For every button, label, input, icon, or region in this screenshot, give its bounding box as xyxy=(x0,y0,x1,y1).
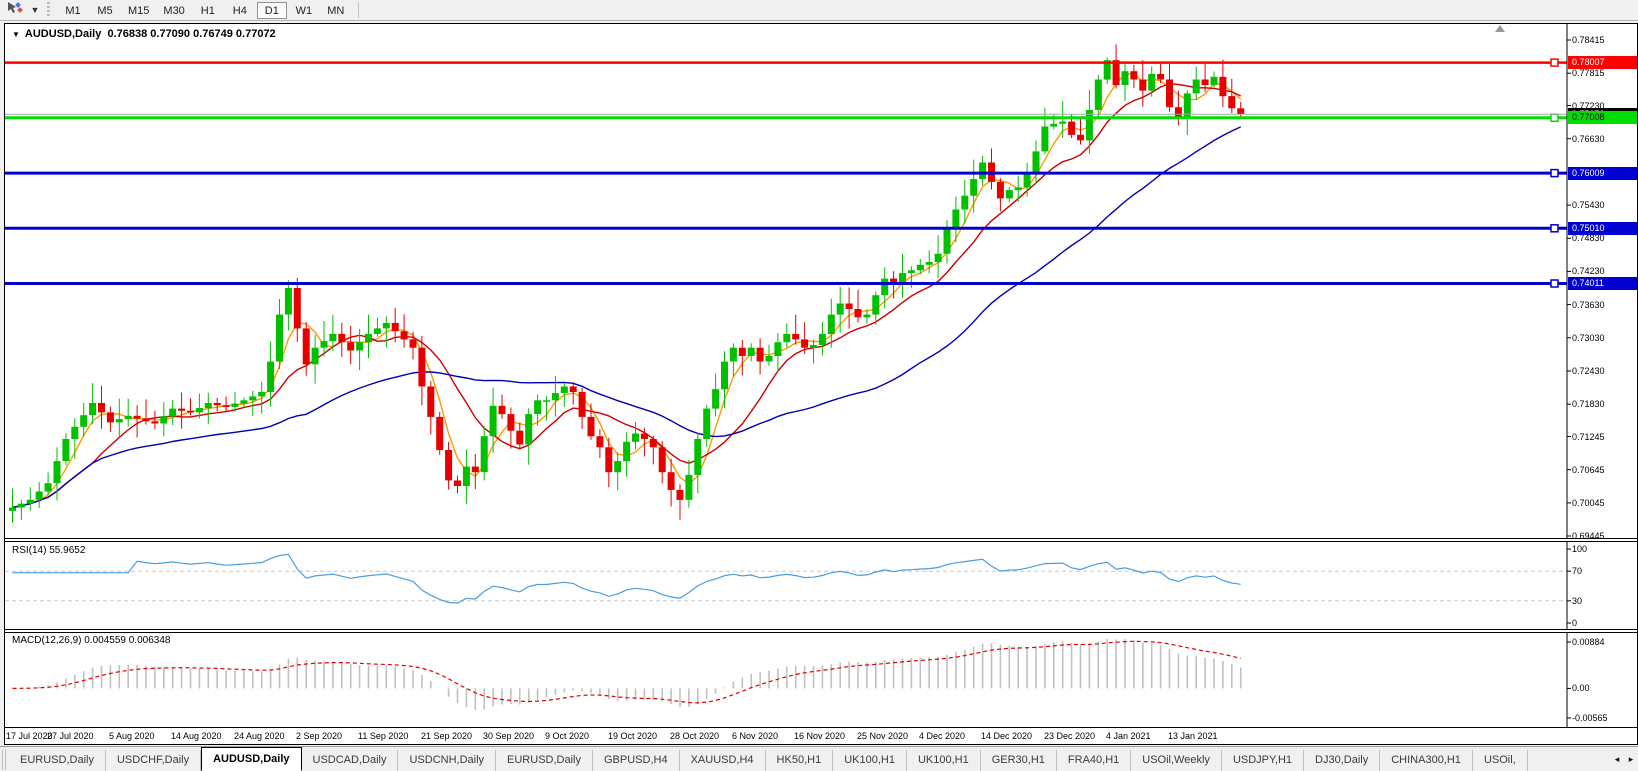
chart-tab-audusd-daily[interactable]: AUDUSD,Daily xyxy=(201,747,302,771)
chart-tab-gbpusd-h4[interactable]: GBPUSD,H4 xyxy=(593,750,680,771)
rsi-axis-label: 0 xyxy=(1572,618,1578,628)
price-tick-label: 0.74230 xyxy=(1572,266,1605,276)
macd-plot xyxy=(12,639,1242,711)
chart-title-overlay: ▼ AUDUSD,Daily 0.76838 0.77090 0.76749 0.… xyxy=(12,28,276,40)
cursor-tool-button[interactable] xyxy=(2,1,28,19)
chart-tab-xauusd-h4[interactable]: XAUUSD,H4 xyxy=(680,750,766,771)
chart-symbol-title: AUDUSD,Daily xyxy=(24,28,102,40)
date-tick-label: 5 Aug 2020 xyxy=(109,731,155,741)
date-tick-label: 25 Nov 2020 xyxy=(857,731,909,741)
hline-price-label: 0.77008 xyxy=(1568,111,1637,124)
tab-bar-grip[interactable] xyxy=(2,750,6,770)
chart-cursor-icon xyxy=(6,1,24,20)
chart-tab-hk50-h1[interactable]: HK50,H1 xyxy=(766,750,834,771)
date-tick-label: 6 Nov 2020 xyxy=(732,731,779,741)
timeframe-button-m30[interactable]: M30 xyxy=(157,2,190,19)
chart-tab-dj30-daily[interactable]: DJ30,Daily xyxy=(1304,750,1381,771)
date-tick-label: 21 Sep 2020 xyxy=(421,731,473,741)
chart-tab-usdcnh-daily[interactable]: USDCNH,Daily xyxy=(398,750,497,771)
time-axis[interactable]: 17 Jul 2020 27 Jul 2020 5 Aug 2020 14 Aug 2… xyxy=(5,727,1637,744)
date-tick-label: 24 Aug 2020 xyxy=(234,731,285,741)
chart-shift-marker-icon[interactable] xyxy=(1495,25,1505,32)
macd-indicator-label: MACD(12,26,9) 0.004559 0.006348 xyxy=(12,635,171,646)
tabs-scroll-left-icon[interactable]: ◂ xyxy=(1610,754,1624,765)
date-tick-label: 14 Dec 2020 xyxy=(981,731,1033,741)
toolbar-drag-handle[interactable] xyxy=(46,2,51,18)
timeframe-button-m1[interactable]: M1 xyxy=(58,2,88,19)
pane-separator-rsi-macd[interactable] xyxy=(5,629,1637,633)
price-tick-label: 0.77815 xyxy=(1572,68,1605,78)
chart-tab-uk100-h1[interactable]: UK100,H1 xyxy=(907,750,981,771)
hline-price-label: 0.74011 xyxy=(1568,277,1637,290)
timeframe-button-m15[interactable]: M15 xyxy=(122,2,155,19)
chart-tab-fra40-h1[interactable]: FRA40,H1 xyxy=(1057,750,1132,771)
chart-tab-uk100-h1[interactable]: UK100,H1 xyxy=(833,750,907,771)
chart-ohlc-readout: 0.76838 0.77090 0.76749 0.77072 xyxy=(107,28,276,40)
price-tick-label: 0.75430 xyxy=(1572,200,1605,210)
horizontal-lines[interactable] xyxy=(5,58,1567,288)
chart-tab-bar: EURUSD,Daily USDCHF,Daily AUDUSD,Daily USDC… xyxy=(0,746,1638,771)
chart-tab-usdchf-daily[interactable]: USDCHF,Daily xyxy=(106,750,202,771)
price-tick-label: 0.78415 xyxy=(1572,35,1605,45)
tabs-scroll-right-icon[interactable]: ▸ xyxy=(1624,754,1638,765)
price-tick-label: 0.73630 xyxy=(1572,300,1605,310)
timeframe-button-w1[interactable]: W1 xyxy=(289,2,319,19)
rsi-axis-label: 30 xyxy=(1572,596,1583,606)
date-tick-label: 13 Jan 2021 xyxy=(1168,731,1218,741)
date-tick-label: 4 Dec 2020 xyxy=(919,731,966,741)
date-tick-label: 28 Oct 2020 xyxy=(670,731,720,741)
timeframe-button-h4[interactable]: H4 xyxy=(225,2,255,19)
chart-window[interactable]: ▼ AUDUSD,Daily 0.76838 0.77090 0.76749 0.… xyxy=(4,23,1638,745)
date-tick-label: 11 Sep 2020 xyxy=(358,731,409,741)
chart-tab-ger30-h1[interactable]: GER30,H1 xyxy=(981,750,1057,771)
hline-price-label: 0.75010 xyxy=(1568,222,1637,235)
rsi-plot xyxy=(5,553,1567,604)
date-tick-label: 17 Jul 2020 xyxy=(6,731,53,741)
date-tick-label: 23 Dec 2020 xyxy=(1044,731,1096,741)
date-tick-label: 19 Oct 2020 xyxy=(608,731,658,741)
date-tick-label: 27 Jul 2020 xyxy=(47,731,94,741)
toolbar-separator xyxy=(357,2,359,18)
date-tick-label: 14 Aug 2020 xyxy=(171,731,222,741)
price-tick-label: 0.72430 xyxy=(1572,366,1605,376)
timeframe-button-m5[interactable]: M5 xyxy=(90,2,120,19)
hline-price-label: 0.76009 xyxy=(1568,167,1637,180)
chart-tab-china300-h1[interactable]: CHINA300,H1 xyxy=(1380,750,1473,771)
rsi-indicator-label: RSI(14) 55.9652 xyxy=(12,545,86,556)
date-tick-label: 2 Sep 2020 xyxy=(296,731,343,741)
hline-price-label: 0.78007 xyxy=(1568,56,1637,69)
macd-axis-label: -0.00565 xyxy=(1572,713,1608,723)
price-tick-label: 0.71245 xyxy=(1572,432,1605,442)
chart-tab-usoil-weekly[interactable]: USOil,Weekly xyxy=(1131,750,1222,771)
mt4-application: ▼ M1 M5 M15 M30 H1 H4 D1 W1 MN ▼ AUDUSD,Daily 0.7… xyxy=(0,0,1638,771)
cursor-tool-dropdown[interactable]: ▼ xyxy=(28,1,42,19)
price-tick-label: 0.76630 xyxy=(1572,134,1605,144)
timeframe-button-h1[interactable]: H1 xyxy=(193,2,223,19)
timeframe-button-d1[interactable]: D1 xyxy=(256,1,287,19)
symbol-dropdown-icon[interactable]: ▼ xyxy=(12,30,20,39)
date-tick-label: 9 Oct 2020 xyxy=(545,731,590,741)
macd-axis-label: 0.00884 xyxy=(1572,637,1605,647)
rsi-axis-label: 70 xyxy=(1572,566,1583,576)
chart-tab-usoil-[interactable]: USOil, xyxy=(1473,750,1528,771)
price-tick-label: 0.71830 xyxy=(1572,399,1605,409)
price-tick-label: 0.73030 xyxy=(1572,333,1605,343)
chart-tab-usdcad-daily[interactable]: USDCAD,Daily xyxy=(302,750,399,771)
chart-tab-usdjpy-h1[interactable]: USDJPY,H1 xyxy=(1222,750,1305,771)
date-tick-label: 16 Nov 2020 xyxy=(794,731,846,741)
date-tick-label: 30 Sep 2020 xyxy=(483,731,535,741)
rsi-axis-label: 100 xyxy=(1572,544,1588,554)
price-tick-label: 0.70045 xyxy=(1572,498,1605,508)
pane-separator-main-rsi[interactable] xyxy=(5,538,1637,542)
price-tick-label: 0.70645 xyxy=(1572,465,1605,475)
timeframe-toolbar: ▼ M1 M5 M15 M30 H1 H4 D1 W1 MN xyxy=(0,0,1638,21)
timeframe-button-mn[interactable]: MN xyxy=(321,2,351,19)
macd-axis-label: 0.00 xyxy=(1572,683,1590,693)
chart-canvas[interactable] xyxy=(5,24,1637,727)
date-tick-label: 4 Jan 2021 xyxy=(1106,731,1151,741)
chart-tab-eurusd-daily[interactable]: EURUSD,Daily xyxy=(496,750,593,771)
chevron-down-icon: ▼ xyxy=(30,5,40,15)
timeframe-buttons: M1 M5 M15 M30 H1 H4 D1 W1 MN xyxy=(57,1,352,19)
chart-tab-eurusd-daily[interactable]: EURUSD,Daily xyxy=(9,750,106,771)
